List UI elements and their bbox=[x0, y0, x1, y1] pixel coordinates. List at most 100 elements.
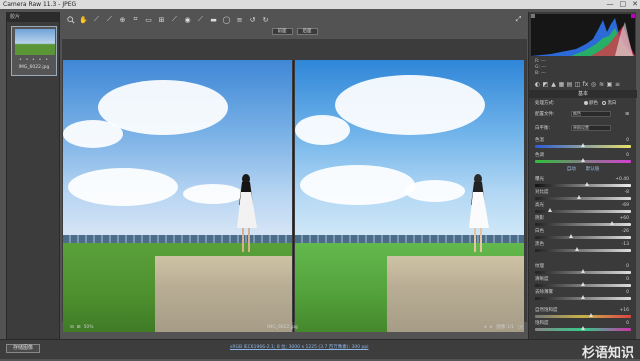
slider-handle[interactable] bbox=[548, 208, 553, 212]
slider-value-field[interactable]: +60 bbox=[620, 215, 630, 222]
radio-bw[interactable] bbox=[602, 100, 607, 105]
radio-color[interactable] bbox=[584, 100, 588, 105]
slider-value-field[interactable]: -8 bbox=[625, 189, 630, 196]
slider-value-field[interactable]: 0 bbox=[626, 137, 629, 144]
preview-canvas[interactable] bbox=[62, 39, 527, 332]
slider-value-field[interactable]: 0 bbox=[626, 152, 629, 159]
slider-handle[interactable] bbox=[581, 143, 585, 147]
maximize-icon[interactable]: □ bbox=[620, 0, 627, 9]
close-icon[interactable]: ✕ bbox=[632, 0, 638, 9]
transform-icon[interactable]: ⊞ bbox=[157, 15, 166, 24]
slider-track[interactable] bbox=[535, 282, 631, 287]
before-preview bbox=[63, 60, 292, 332]
slider-handle[interactable] bbox=[588, 313, 593, 317]
slider-track[interactable] bbox=[535, 143, 631, 148]
slider-value-field[interactable]: -13 bbox=[622, 241, 629, 248]
rotate-left-icon[interactable]: ↺ bbox=[248, 15, 257, 24]
color-sampler-icon[interactable]: ⟋ bbox=[105, 15, 114, 24]
slider-handle[interactable] bbox=[581, 158, 585, 162]
workflow-options-link[interactable]: sRGB IEC61966-2.1; 8 位; 3000 x 1225 (3.7… bbox=[230, 344, 368, 350]
slider-value-field[interactable]: 0 bbox=[626, 263, 629, 270]
lens-tab-icon[interactable]: ◫ bbox=[574, 81, 581, 88]
default-link[interactable]: 默认值 bbox=[586, 166, 600, 172]
crop-icon[interactable]: ⌗ bbox=[131, 15, 140, 24]
wb-row: 白平衡: 原照设置 bbox=[535, 125, 633, 132]
zoom-in-icon[interactable]: ⊞ bbox=[77, 325, 81, 330]
slider-track[interactable] bbox=[535, 326, 631, 331]
tab-before[interactable]: 前面 bbox=[271, 28, 293, 35]
slider-value-field[interactable]: 0 bbox=[626, 289, 629, 296]
slider-track[interactable] bbox=[535, 208, 631, 213]
radio-color-label[interactable]: 颜色 bbox=[589, 101, 598, 106]
slider-track[interactable] bbox=[535, 234, 631, 239]
fullscreen-icon[interactable]: ⤢ bbox=[514, 15, 523, 24]
slider-value-field[interactable]: -26 bbox=[622, 228, 629, 235]
section-title: 基本 bbox=[529, 90, 637, 98]
slider-handle[interactable] bbox=[581, 269, 585, 273]
treatment-options: 颜色 黑白 bbox=[581, 100, 616, 107]
straighten-icon[interactable]: ▭ bbox=[144, 15, 153, 24]
detail-tab-icon[interactable]: ▲ bbox=[550, 81, 557, 88]
slider-track[interactable] bbox=[535, 221, 631, 226]
slider-value-field[interactable]: 0 bbox=[626, 320, 629, 327]
white-balance-icon[interactable]: ⟋ bbox=[92, 15, 101, 24]
slider-value-field[interactable]: -69 bbox=[622, 202, 629, 209]
slider-value-field[interactable]: +16 bbox=[620, 307, 630, 314]
zoom-out-icon[interactable]: ⊟ bbox=[70, 325, 74, 330]
b-readout: B: --- bbox=[535, 71, 546, 76]
presets-tab-icon[interactable]: ≋ bbox=[598, 81, 605, 88]
tab-after[interactable]: 后面 bbox=[296, 28, 318, 35]
calibration-tab-icon[interactable]: ◎ bbox=[590, 81, 597, 88]
wb-select[interactable]: 原照设置 bbox=[571, 125, 611, 131]
red-eye-icon[interactable]: ◉ bbox=[183, 15, 192, 24]
slider-track[interactable] bbox=[535, 313, 631, 318]
slider-track[interactable] bbox=[535, 295, 631, 300]
hsl-tab-icon[interactable]: ▦ bbox=[558, 81, 565, 88]
profile-browser-icon[interactable]: ⊞ bbox=[625, 111, 629, 118]
slider-handle[interactable] bbox=[575, 247, 580, 251]
basic-tab-icon[interactable]: ◐ bbox=[534, 81, 541, 88]
preferences-icon[interactable]: ≡ bbox=[235, 15, 244, 24]
slider-handle[interactable] bbox=[577, 195, 582, 199]
split-toning-tab-icon[interactable]: ▤ bbox=[566, 81, 573, 88]
slider-track[interactable] bbox=[535, 269, 631, 274]
auto-link[interactable]: 自动 bbox=[567, 166, 576, 172]
slider-handle[interactable] bbox=[581, 282, 585, 286]
filmstrip-thumbnail[interactable]: • • • • • IMG_6022.jpg bbox=[11, 26, 57, 76]
slider-track[interactable] bbox=[535, 247, 631, 252]
slider-value-field[interactable]: 0 bbox=[626, 276, 629, 283]
adjustment-brush-icon[interactable]: ⟋ bbox=[196, 15, 205, 24]
rotate-right-icon[interactable]: ↻ bbox=[261, 15, 270, 24]
slider-handle[interactable] bbox=[584, 182, 589, 186]
cloud bbox=[295, 115, 350, 145]
slider-handle[interactable] bbox=[568, 234, 573, 238]
radial-filter-icon[interactable]: ◯ bbox=[222, 15, 231, 24]
zoom-level[interactable]: 50% bbox=[84, 325, 94, 330]
slider-handle[interactable] bbox=[581, 295, 585, 299]
panel-menu-icon[interactable]: ≡ bbox=[614, 81, 621, 88]
slider-track[interactable] bbox=[535, 195, 631, 200]
slider-handle[interactable] bbox=[581, 326, 585, 330]
prev-image-icon[interactable]: ◂ bbox=[484, 325, 486, 330]
slider-value-field[interactable]: +0.40 bbox=[615, 176, 629, 183]
next-image-icon[interactable]: ▸ bbox=[490, 325, 492, 330]
rating-stars[interactable]: • • • • • bbox=[14, 57, 54, 63]
target-adjust-icon[interactable]: ⊕ bbox=[118, 15, 127, 24]
save-image-button[interactable]: 存储图像 bbox=[6, 344, 40, 353]
spot-removal-icon[interactable]: ⟋ bbox=[170, 15, 179, 24]
hand-icon[interactable]: ✋ bbox=[79, 15, 88, 24]
snapshots-tab-icon[interactable]: ▣ bbox=[606, 81, 613, 88]
slider-handle[interactable] bbox=[609, 221, 614, 225]
minimize-icon[interactable]: — bbox=[607, 0, 614, 9]
tone-curve-tab-icon[interactable]: ◩ bbox=[542, 81, 549, 88]
slider-track[interactable] bbox=[535, 158, 631, 163]
effects-tab-icon[interactable]: fx bbox=[582, 81, 589, 88]
radio-bw-label[interactable]: 黑白 bbox=[607, 101, 616, 106]
filmstrip-header: 胶片 bbox=[7, 13, 59, 22]
compare-mode-icon[interactable]: ▯▯ bbox=[518, 325, 523, 330]
graduated-filter-icon[interactable]: ▬ bbox=[209, 15, 218, 24]
zoom-control[interactable]: ⊟ ⊞ 50% bbox=[70, 325, 94, 330]
zoom-icon[interactable] bbox=[66, 15, 75, 24]
slider-track[interactable] bbox=[535, 182, 631, 187]
profile-select[interactable]: 颜色 bbox=[571, 111, 611, 117]
